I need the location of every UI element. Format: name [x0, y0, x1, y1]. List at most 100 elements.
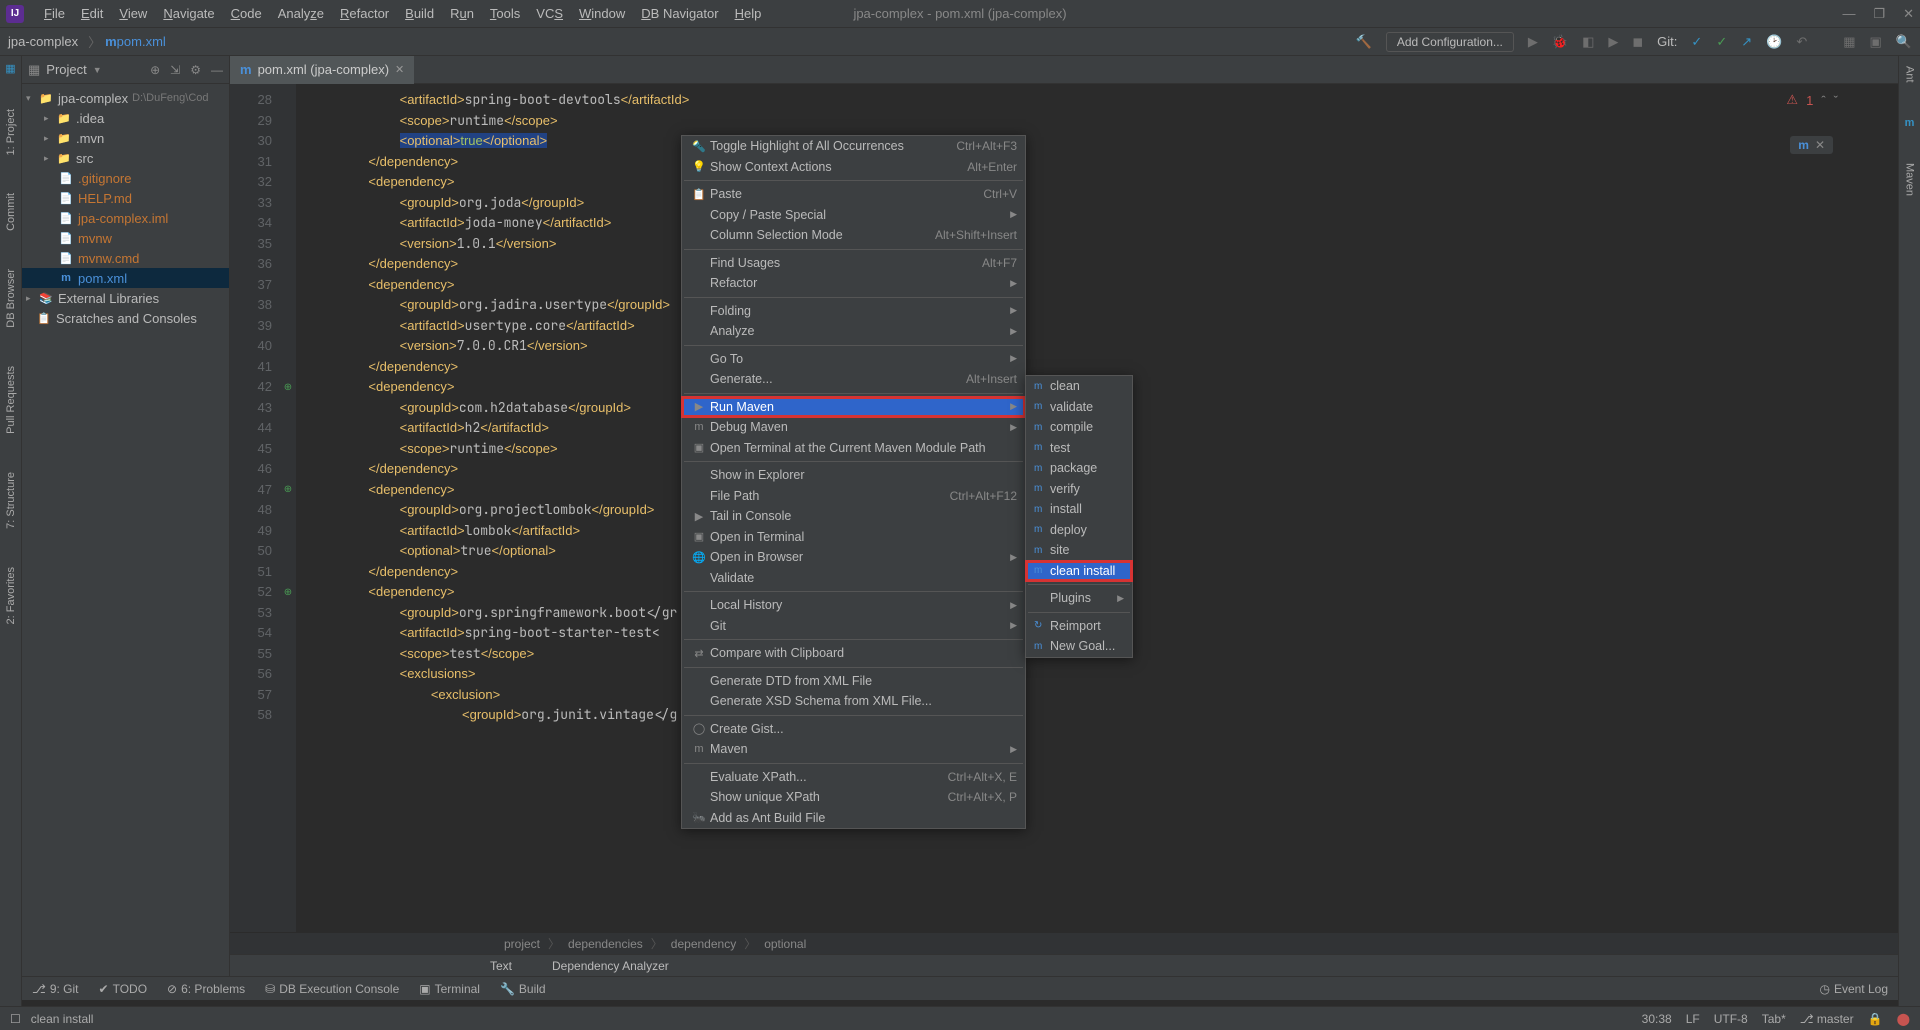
context-menu-item[interactable]: Git▶: [682, 616, 1025, 637]
status-branch[interactable]: ⎇ master: [1800, 1012, 1854, 1026]
status-indent[interactable]: Tab*: [1762, 1012, 1786, 1026]
crumb-project[interactable]: jpa-complex: [8, 34, 84, 49]
crumb[interactable]: dependencies: [564, 937, 647, 951]
search-icon[interactable]: 🔍: [1896, 34, 1912, 50]
menu-analyze[interactable]: Analyze: [270, 6, 332, 21]
submenu-item[interactable]: mclean install: [1026, 561, 1132, 582]
git-push-icon[interactable]: ↗: [1741, 34, 1752, 50]
submenu-item[interactable]: mvalidate: [1026, 397, 1132, 418]
context-menu-item[interactable]: Generate DTD from XML File: [682, 671, 1025, 692]
context-menu-item[interactable]: Show unique XPathCtrl+Alt+X, P: [682, 787, 1025, 808]
submenu-item[interactable]: minstall: [1026, 499, 1132, 520]
context-menu-item[interactable]: mMaven▶: [682, 739, 1025, 760]
status-lock-icon[interactable]: 🔒: [1868, 1012, 1883, 1026]
context-menu-item[interactable]: Go To▶: [682, 349, 1025, 370]
project-view-icon[interactable]: ▦: [28, 62, 40, 78]
submenu-item[interactable]: mNew Goal...: [1026, 636, 1132, 657]
context-menu-item[interactable]: mDebug Maven▶: [682, 417, 1025, 438]
submenu-item[interactable]: mverify: [1026, 479, 1132, 500]
context-menu-item[interactable]: ▣Open in Terminal: [682, 527, 1025, 548]
tab-pull-requests[interactable]: Pull Requests: [5, 362, 17, 438]
status-line-sep[interactable]: LF: [1686, 1012, 1700, 1026]
context-menu-item[interactable]: 📋PasteCtrl+V: [682, 184, 1025, 205]
select-opened-icon[interactable]: ⊕: [150, 63, 160, 77]
coverage-icon[interactable]: ◧: [1582, 34, 1594, 50]
close-icon[interactable]: ✕: [1903, 6, 1914, 22]
git-update-icon[interactable]: ✓: [1691, 34, 1702, 50]
tree-root[interactable]: ▾📁jpa-complexD:\DuFeng\Cod: [22, 88, 229, 108]
crumb[interactable]: dependency: [667, 937, 740, 951]
project-tool-icon[interactable]: ▦: [5, 62, 15, 75]
tab-project[interactable]: 1: Project: [5, 105, 17, 159]
context-menu-item[interactable]: Generate...Alt+Insert: [682, 369, 1025, 390]
problems-indicator[interactable]: ⚠1 ˆˇ: [1786, 92, 1838, 108]
submenu-item[interactable]: mcompile: [1026, 417, 1132, 438]
minimize-icon[interactable]: —: [1842, 6, 1855, 22]
menu-dbnav[interactable]: DB Navigator: [633, 6, 726, 21]
expand-icon[interactable]: ⇲: [170, 63, 180, 77]
tw-git[interactable]: ⎇ 9: Git: [32, 982, 79, 996]
status-error-icon[interactable]: ⬤: [1897, 1012, 1910, 1026]
gear-icon[interactable]: ⚙: [190, 63, 201, 77]
submenu-item[interactable]: ↻Reimport: [1026, 616, 1132, 637]
context-menu-item[interactable]: Folding▶: [682, 301, 1025, 322]
close-tab-icon[interactable]: ✕: [395, 63, 404, 76]
submenu-item[interactable]: mpackage: [1026, 458, 1132, 479]
menu-window[interactable]: Window: [571, 6, 633, 21]
context-menu-item[interactable]: 💡Show Context ActionsAlt+Enter: [682, 157, 1025, 178]
menu-refactor[interactable]: Refactor: [332, 6, 397, 21]
submenu-item[interactable]: mtest: [1026, 438, 1132, 459]
context-menu-item[interactable]: ▶Run Maven▶: [682, 397, 1025, 418]
menu-vcs[interactable]: VCS: [528, 6, 571, 21]
crumb-file[interactable]: pom.xml: [117, 34, 166, 49]
tree-scratches[interactable]: 📋Scratches and Consoles: [22, 308, 229, 328]
context-menu-item[interactable]: Show in Explorer: [682, 465, 1025, 486]
context-menu-item[interactable]: Local History▶: [682, 595, 1025, 616]
menu-view[interactable]: View: [111, 6, 155, 21]
submenu-item[interactable]: mclean: [1026, 376, 1132, 397]
tree-file-help[interactable]: 📄HELP.md: [22, 188, 229, 208]
history-icon[interactable]: 🕑: [1766, 34, 1782, 50]
run-icon[interactable]: ▶: [1528, 34, 1538, 50]
stop-icon[interactable]: ◼: [1632, 34, 1643, 50]
tw-db-console[interactable]: ⛁ DB Execution Console: [265, 982, 399, 996]
menu-edit[interactable]: Edit: [73, 6, 111, 21]
menu-code[interactable]: Code: [223, 6, 270, 21]
tw-problems[interactable]: ⊘ 6: Problems: [167, 982, 245, 996]
tab-dep-analyzer[interactable]: Dependency Analyzer: [532, 959, 689, 973]
tree-file-mvnw[interactable]: 📄mvnw: [22, 228, 229, 248]
profile-icon[interactable]: ▶: [1608, 34, 1618, 50]
menu-help[interactable]: Help: [727, 6, 770, 21]
tw-event-log[interactable]: ◷ Event Log: [1819, 982, 1888, 996]
tab-text[interactable]: Text: [470, 959, 532, 973]
editor-tab-pom[interactable]: m pom.xml (jpa-complex) ✕: [230, 56, 414, 84]
tree-file-iml[interactable]: 📄jpa-complex.iml: [22, 208, 229, 228]
status-position[interactable]: 30:38: [1642, 1012, 1672, 1026]
tw-build[interactable]: 🔧 Build: [500, 982, 546, 996]
tree-external-libs[interactable]: ▸📚External Libraries: [22, 288, 229, 308]
submenu-item[interactable]: Plugins▶: [1026, 588, 1132, 609]
context-menu-item[interactable]: Find UsagesAlt+F7: [682, 253, 1025, 274]
maximize-icon[interactable]: ❐: [1873, 6, 1885, 22]
tree-folder-idea[interactable]: ▸📁.idea: [22, 108, 229, 128]
menu-run[interactable]: Run: [442, 6, 482, 21]
menu-navigate[interactable]: Navigate: [155, 6, 222, 21]
dropdown-icon[interactable]: ▼: [93, 65, 102, 75]
crumb[interactable]: optional: [760, 937, 810, 951]
tab-structure[interactable]: 7: Structure: [5, 468, 17, 533]
tree-folder-src[interactable]: ▸📁src: [22, 148, 229, 168]
close-icon[interactable]: ✕: [1815, 138, 1825, 152]
context-menu-item[interactable]: 🔦Toggle Highlight of All OccurrencesCtrl…: [682, 136, 1025, 157]
tree-file-mvnwcmd[interactable]: 📄mvnw.cmd: [22, 248, 229, 268]
context-menu-item[interactable]: 🐜Add as Ant Build File: [682, 808, 1025, 829]
debug-icon[interactable]: 🐞: [1552, 34, 1568, 50]
tab-favorites[interactable]: 2: Favorites: [5, 563, 17, 628]
add-configuration-button[interactable]: Add Configuration...: [1386, 32, 1514, 52]
context-menu-item[interactable]: ▣Open Terminal at the Current Maven Modu…: [682, 438, 1025, 459]
tree-file-gitignore[interactable]: 📄.gitignore: [22, 168, 229, 188]
tw-terminal[interactable]: ▣ Terminal: [419, 982, 480, 996]
crumb[interactable]: project: [500, 937, 544, 951]
submenu-item[interactable]: mdeploy: [1026, 520, 1132, 541]
tab-commit[interactable]: Commit: [5, 189, 17, 235]
layout-icon[interactable]: ▣: [1870, 34, 1882, 50]
